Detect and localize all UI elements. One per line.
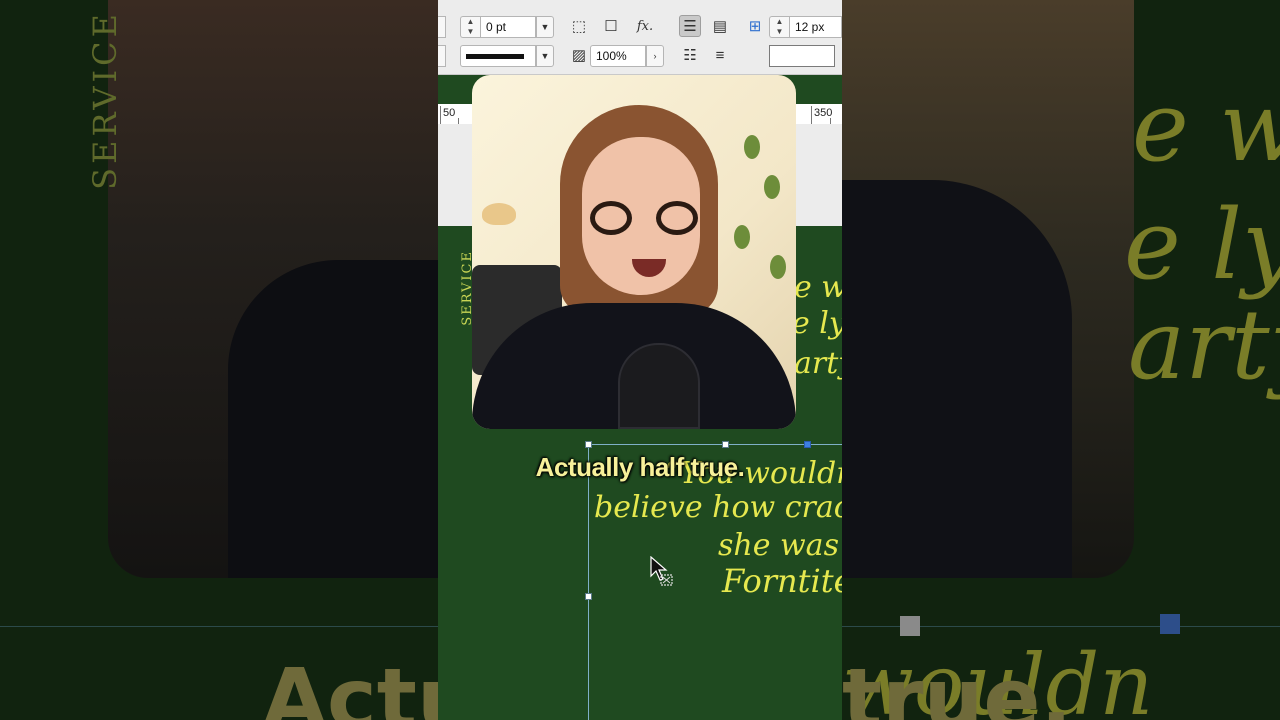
stroke-type-dropdown[interactable]: ▼: [536, 45, 554, 67]
video-lamp: [482, 203, 516, 225]
video-glasses-right: [656, 201, 698, 235]
ruler-tick: [811, 106, 812, 124]
background-caption-right: true.: [842, 650, 1073, 720]
video-plant-leaf: [770, 255, 786, 279]
stroke-weight-stepper[interactable]: ▲ ▼: [460, 16, 480, 38]
video-caption: Actually half true.: [535, 452, 745, 482]
webcam-video-overlay: [472, 75, 796, 429]
selection-handle-middle-left[interactable]: [585, 593, 592, 600]
stroke-type-swatch: [466, 54, 524, 59]
video-plant-leaf: [744, 135, 760, 159]
background-video-right: [842, 0, 1134, 578]
size-field[interactable]: 12 px: [789, 16, 842, 38]
text-align-center-icon[interactable]: ☰: [679, 15, 701, 37]
opacity-field[interactable]: 100%: [590, 45, 646, 67]
video-glasses-left: [590, 201, 632, 235]
artwork-script-right-3: arty: [794, 346, 842, 381]
artwork-script-right-1: e wo: [794, 270, 842, 305]
background-sweater-left: [228, 260, 438, 578]
stroke-weight-field[interactable]: 0 pt: [480, 16, 536, 38]
frame-fitting-icon[interactable]: ⬚: [568, 16, 590, 38]
toolbar-left-edge-dropdown[interactable]: [438, 16, 446, 38]
artwork-script-right-2: e ly: [792, 306, 842, 341]
opacity-icon: ▨: [571, 47, 587, 64]
selection-handle-top-right[interactable]: [804, 441, 811, 448]
background-left: SERVICE Actu: [0, 0, 438, 720]
selection-handle-top-left[interactable]: [585, 441, 592, 448]
background-video-left: [108, 0, 438, 578]
video-plant-leaf: [734, 225, 750, 249]
control-toolbar: ▲ ▼ 0 pt ▼ ▼ ⬚ ☐ fx. ▨ 100% › ☰ ▤ ☷ ≡ ⊞ ▲…: [438, 0, 842, 75]
video-plant-leaf: [764, 175, 780, 199]
quote-line-3: she was a: [718, 528, 842, 563]
background-guide-line-left: [0, 626, 438, 627]
quote-line-2: believe how cracke: [594, 490, 842, 525]
background-right: e wo e ly arty wouldn true.: [842, 0, 1280, 720]
ruler-tick: [440, 106, 441, 124]
text-frame-left-edge[interactable]: [588, 444, 589, 720]
effects-fx-icon[interactable]: fx.: [634, 16, 656, 38]
ruler-label-left: 50: [443, 107, 456, 119]
reference-point-icon[interactable]: ⊞: [744, 16, 766, 38]
size-stepper[interactable]: ▲ ▼: [769, 16, 789, 38]
stroke-weight-dropdown[interactable]: ▼: [536, 16, 554, 38]
stroke-type-field[interactable]: [460, 45, 536, 67]
background-sweater-right: [842, 180, 1072, 578]
background-script-3: arty: [1128, 289, 1280, 401]
toolbar-left-edge-dropdown-2[interactable]: [438, 45, 446, 67]
pointer-cursor-icon: [650, 556, 673, 586]
background-script-2: e ly: [1124, 189, 1280, 301]
stroke-preview-box[interactable]: [769, 45, 835, 67]
text-columns-icon[interactable]: ▤: [709, 16, 731, 38]
background-vertical-label: SERVICE: [86, 10, 124, 190]
opacity-arrow[interactable]: ›: [646, 45, 664, 67]
quote-line-4: Forntite: [722, 562, 842, 600]
phone-frame: ▲ ▼ 0 pt ▼ ▼ ⬚ ☐ fx. ▨ 100% › ☰ ▤ ☷ ≡ ⊞ ▲…: [438, 0, 842, 720]
background-script-1: e wo: [1132, 71, 1280, 183]
microphone: [618, 343, 700, 429]
selection-handle-top-center[interactable]: [722, 441, 729, 448]
drop-shadow-icon[interactable]: ☐: [600, 16, 622, 38]
text-wrap-icon[interactable]: ☷: [679, 45, 701, 67]
background-caption-left: Actu: [262, 650, 438, 720]
background-handle-blue: [1160, 614, 1180, 634]
align-objects-icon[interactable]: ≡: [709, 45, 731, 67]
